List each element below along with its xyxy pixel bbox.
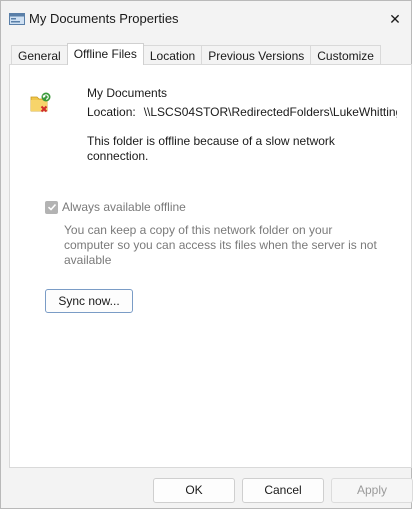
always-available-offline-option: Always available offline [45,200,186,214]
apply-button: Apply [331,478,413,503]
title-bar: My Documents Properties ✕ [1,1,411,37]
tab-strip: General Offline Files Location Previous … [11,43,381,66]
tab-label: Customize [317,49,374,63]
close-icon: ✕ [389,10,401,27]
tab-offline-files[interactable]: Offline Files [66,43,144,65]
tab-label: Offline Files [73,47,137,61]
offline-files-panel: My Documents Location: \\LSCS04STOR\Redir… [9,64,412,468]
sync-now-button[interactable]: Sync now... [45,289,133,313]
window-title: My Documents Properties [29,11,179,26]
tab-label: Previous Versions [208,49,305,63]
offline-status-message: This folder is offline because of a slow… [87,134,335,163]
checkbox-label: Always available offline [62,200,186,214]
cancel-button[interactable]: Cancel [242,478,324,503]
offline-description: You can keep a copy of this network fold… [64,223,377,267]
tab-previous-versions[interactable]: Previous Versions [201,45,312,65]
tab-general[interactable]: General [11,45,68,65]
tab-label: General [18,49,61,63]
location-row: Location: \\LSCS04STOR\RedirectedFolders\… [87,105,397,119]
location-label: Location: [87,105,136,119]
close-button[interactable]: ✕ [379,1,411,37]
folder-properties-icon [9,12,25,26]
ok-button[interactable]: OK [153,478,235,503]
properties-window: My Documents Properties ✕ General Offlin… [0,0,413,509]
tab-label: Location [149,49,196,63]
tab-location[interactable]: Location [142,45,203,65]
tab-customize[interactable]: Customize [310,45,381,65]
always-available-offline-checkbox [45,200,58,214]
checkmark-icon [47,203,56,211]
offline-folder-sync-icon [29,91,53,115]
location-path: \\LSCS04STOR\RedirectedFolders\LukeWhitt… [143,105,397,119]
folder-name: My Documents [87,86,168,100]
